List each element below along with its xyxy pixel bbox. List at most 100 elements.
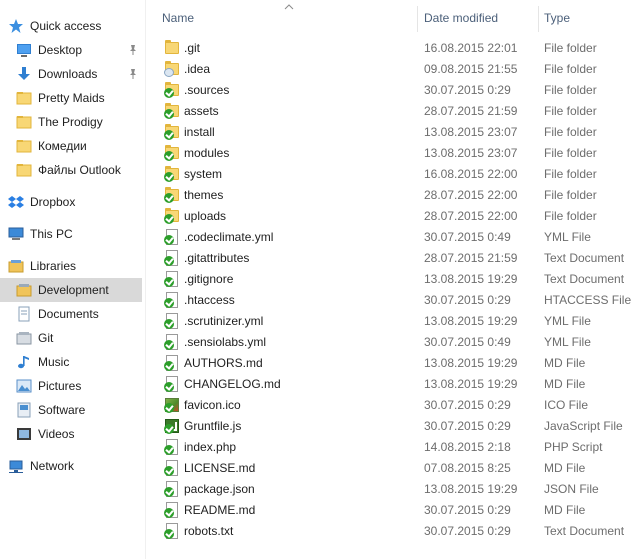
file-name[interactable]: LICENSE.md	[184, 458, 414, 479]
nav-item-downloads[interactable]: Downloads	[0, 62, 142, 86]
file-row[interactable]: .htaccess 30.07.2015 0:29 HTACCESS File	[146, 290, 636, 311]
file-name[interactable]: assets	[184, 101, 414, 122]
nav-item-videos[interactable]: Videos	[0, 422, 142, 446]
file-type: PHP Script	[544, 440, 603, 454]
file-type: YML File	[544, 335, 591, 349]
nav-item-файлы-outlook[interactable]: Файлы Outlook	[0, 158, 142, 182]
file-name[interactable]: uploads	[184, 206, 414, 227]
file-name[interactable]: system	[184, 164, 414, 185]
synced-check-icon	[164, 298, 174, 308]
file-date-modified: 13.08.2015 23:07	[424, 146, 518, 160]
file-name[interactable]: .htaccess	[184, 290, 414, 311]
file-date-modified: 30.07.2015 0:49	[424, 230, 511, 244]
file-row[interactable]: index.php 14.08.2015 2:18 PHP Script	[146, 437, 636, 458]
column-separator[interactable]	[417, 6, 418, 32]
file-row[interactable]: README.md 30.07.2015 0:29 MD File	[146, 500, 636, 521]
folder-icon	[164, 166, 180, 182]
file-name[interactable]: AUTHORS.md	[184, 353, 414, 374]
nav-item-pretty-maids[interactable]: Pretty Maids	[0, 86, 142, 110]
file-name[interactable]: .gitignore	[184, 269, 414, 290]
folder-icon	[16, 90, 32, 106]
file-row[interactable]: assets 28.07.2015 21:59 File folder	[146, 101, 636, 122]
file-name[interactable]: package.json	[184, 479, 414, 500]
file-type: Text Document	[544, 272, 625, 286]
file-date-modified: 13.08.2015 19:29	[424, 314, 518, 328]
nav-item-git[interactable]: Git	[0, 326, 142, 350]
file-row[interactable]: .scrutinizer.yml 13.08.2015 19:29 YML File	[146, 311, 636, 332]
file-row[interactable]: system 16.08.2015 22:00 File folder	[146, 164, 636, 185]
file-row[interactable]: modules 13.08.2015 23:07 File folder	[146, 143, 636, 164]
file-name[interactable]: CHANGELOG.md	[184, 374, 414, 395]
file-row[interactable]: favicon.ico 30.07.2015 0:29 ICO File	[146, 395, 636, 416]
file-date-modified: 30.07.2015 0:49	[424, 335, 511, 349]
nav-item-dropbox[interactable]: Dropbox	[0, 190, 142, 214]
file-row[interactable]: .sources 30.07.2015 0:29 File folder	[146, 80, 636, 101]
file-name[interactable]: .idea	[184, 59, 414, 80]
file-row[interactable]: package.json 13.08.2015 19:29 JSON File	[146, 479, 636, 500]
column-header-date-modified[interactable]: Date modified	[424, 0, 536, 36]
synced-check-icon	[164, 109, 174, 119]
file-name[interactable]: README.md	[184, 500, 414, 521]
network-icon	[8, 458, 24, 474]
nav-item-libraries[interactable]: Libraries	[0, 254, 142, 278]
file-row[interactable]: CHANGELOG.md 13.08.2015 19:29 MD File	[146, 374, 636, 395]
file-date-modified: 13.08.2015 23:07	[424, 125, 518, 139]
star-icon	[9, 19, 23, 33]
javascript-file-icon	[164, 418, 180, 434]
file-name[interactable]: .git	[184, 38, 414, 59]
column-separator[interactable]	[538, 6, 539, 32]
file-name[interactable]: modules	[184, 143, 414, 164]
file-row[interactable]: .codeclimate.yml 30.07.2015 0:49 YML File	[146, 227, 636, 248]
file-name[interactable]: Gruntfile.js	[184, 416, 414, 437]
file-name[interactable]: .sensiolabs.yml	[184, 332, 414, 353]
file-row[interactable]: robots.txt 30.07.2015 0:29 Text Document	[146, 521, 636, 542]
file-name[interactable]: themes	[184, 185, 414, 206]
file-date-modified: 28.07.2015 21:59	[424, 251, 518, 265]
file-row[interactable]: themes 28.07.2015 22:00 File folder	[146, 185, 636, 206]
file-row[interactable]: .git 16.08.2015 22:01 File folder	[146, 38, 636, 59]
document-icon	[164, 313, 180, 329]
file-row[interactable]: .gitattributes 28.07.2015 21:59 Text Docum…	[146, 248, 636, 269]
file-name[interactable]: favicon.ico	[184, 395, 414, 416]
file-name[interactable]: .gitattributes	[184, 248, 414, 269]
file-date-modified: 30.07.2015 0:29	[424, 503, 511, 517]
synced-check-icon	[164, 319, 174, 329]
nav-item-quick-access[interactable]: Quick access	[0, 14, 142, 38]
file-row[interactable]: .idea 09.08.2015 21:55 File folder	[146, 59, 636, 80]
file-row[interactable]: .sensiolabs.yml 30.07.2015 0:49 YML File	[146, 332, 636, 353]
file-row[interactable]: uploads 28.07.2015 22:00 File folder	[146, 206, 636, 227]
file-name[interactable]: .codeclimate.yml	[184, 227, 414, 248]
nav-item-this-pc[interactable]: This PC	[0, 222, 142, 246]
file-name[interactable]: .sources	[184, 80, 414, 101]
nav-item-documents[interactable]: Documents	[0, 302, 142, 326]
nav-item-software[interactable]: Software	[0, 398, 142, 422]
file-name[interactable]: index.php	[184, 437, 414, 458]
synced-check-icon	[164, 487, 174, 497]
nav-item-development[interactable]: Development	[0, 278, 142, 302]
nav-item-label: Pretty Maids	[38, 91, 105, 105]
nav-item-label: Комедии	[38, 139, 87, 153]
file-name[interactable]: install	[184, 122, 414, 143]
pin-icon	[128, 44, 138, 56]
nav-item-network[interactable]: Network	[0, 454, 142, 478]
nav-item-pictures[interactable]: Pictures	[0, 374, 142, 398]
file-row[interactable]: LICENSE.md 07.08.2015 8:25 MD File	[146, 458, 636, 479]
file-row[interactable]: install 13.08.2015 23:07 File folder	[146, 122, 636, 143]
folder-icon	[16, 116, 32, 129]
column-header-name[interactable]: Name	[162, 0, 412, 36]
file-row[interactable]: .gitignore 13.08.2015 19:29 Text Document	[146, 269, 636, 290]
file-date-modified: 28.07.2015 21:59	[424, 104, 518, 118]
nav-item-label: Файлы Outlook	[38, 163, 121, 177]
column-header-type[interactable]: Type	[544, 0, 634, 36]
file-row[interactable]: AUTHORS.md 13.08.2015 19:29 MD File	[146, 353, 636, 374]
file-name[interactable]: .scrutinizer.yml	[184, 311, 414, 332]
nav-item-the-prodigy[interactable]: The Prodigy	[0, 110, 142, 134]
file-name[interactable]: robots.txt	[184, 521, 414, 542]
file-row[interactable]: Gruntfile.js 30.07.2015 0:29 JavaScript Fi…	[146, 416, 636, 437]
nav-item-комедии[interactable]: Комедии	[0, 134, 142, 158]
file-date-modified: 30.07.2015 0:29	[424, 398, 511, 412]
synced-check-icon	[164, 193, 174, 203]
nav-item-music[interactable]: Music	[0, 350, 142, 374]
folder-icon	[164, 208, 180, 224]
nav-item-desktop[interactable]: Desktop	[0, 38, 142, 62]
